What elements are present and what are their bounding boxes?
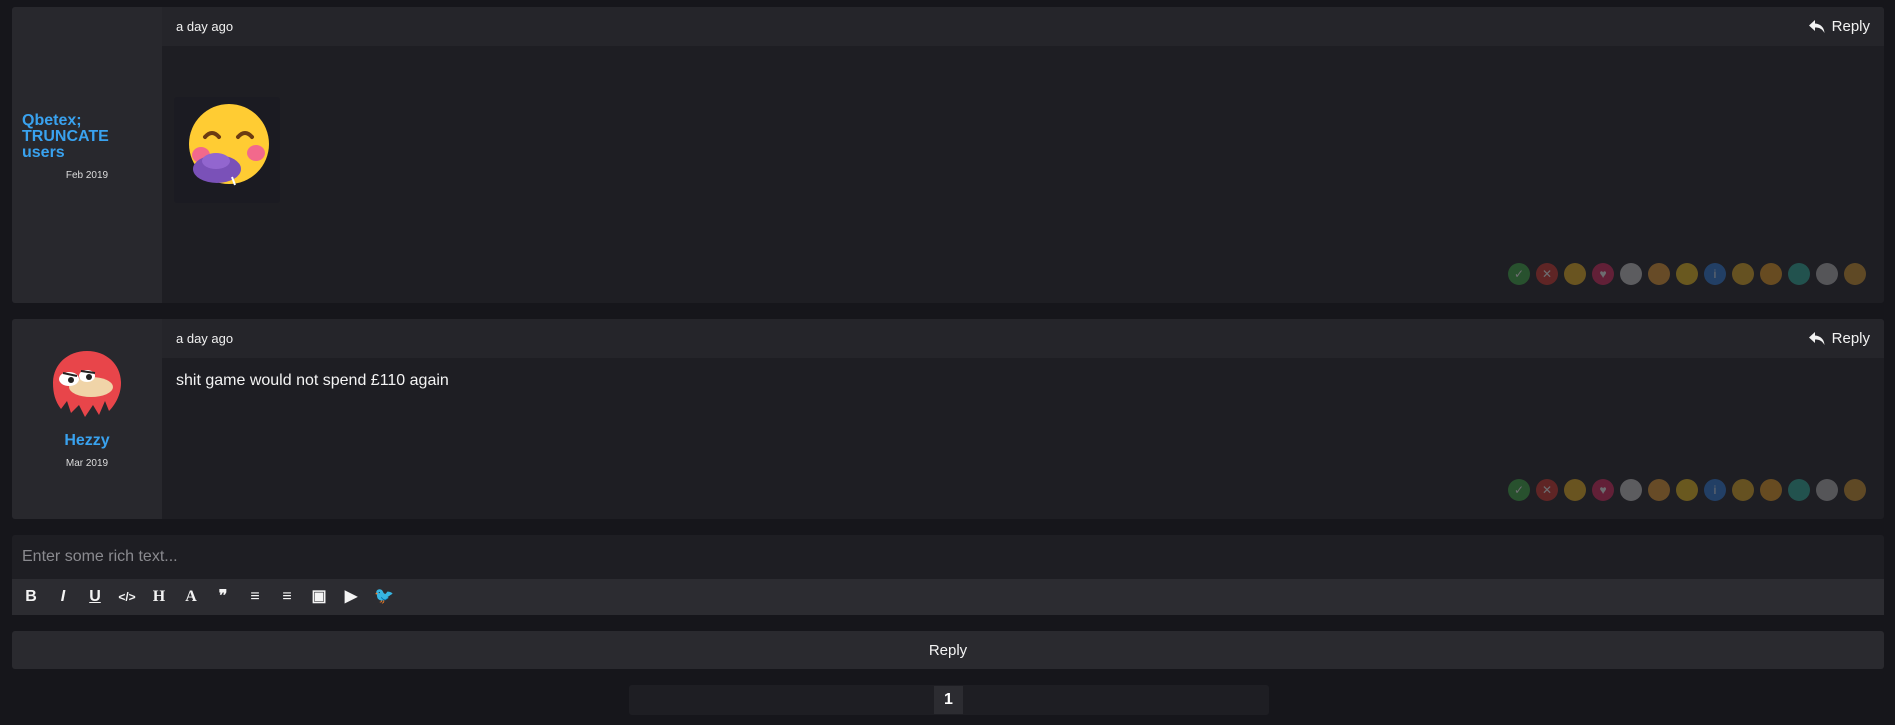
post-timestamp: a day ago [176, 331, 234, 346]
comment-post: Hezzy Mar 2019 a day ago Reply shit game… [12, 319, 1884, 519]
joined-date: Feb 2019 [65, 170, 109, 181]
bunny-reaction-icon[interactable] [1620, 479, 1642, 501]
reaction-bar: ✓ ✕ ♥ i [1508, 479, 1866, 501]
quote-icon[interactable]: ❞ [214, 588, 232, 606]
thinking-face-reaction-icon[interactable] [1676, 479, 1698, 501]
font-icon[interactable]: A [182, 588, 200, 606]
thinking-face-reaction-icon[interactable] [1676, 263, 1698, 285]
page-button-current[interactable]: 1 [934, 686, 963, 714]
italic-icon[interactable]: I [54, 588, 72, 606]
blushing-face-emoji-icon [189, 104, 269, 186]
avatar[interactable] [49, 349, 125, 421]
glasses-reaction-icon[interactable] [1788, 263, 1810, 285]
editor-toolbar: B I U </> H A ❞ ≡ ≡ ▣ ▶ 🐦 [12, 579, 1884, 615]
youtube-icon[interactable]: ▶ [342, 588, 360, 606]
post-header: a day ago Reply [162, 7, 1884, 46]
award-reaction-icon[interactable] [1760, 479, 1782, 501]
post-header: a day ago Reply [162, 319, 1884, 358]
box-reaction-icon[interactable] [1844, 263, 1866, 285]
reply-icon [1808, 19, 1825, 33]
cross-reaction-icon[interactable]: ✕ [1536, 479, 1558, 501]
underline-icon[interactable]: U [86, 588, 104, 606]
cross-reaction-icon[interactable]: ✕ [1536, 263, 1558, 285]
author-panel: Qbetex; TRUNCATE users Feb 2019 [12, 7, 162, 303]
rich-text-input[interactable]: Enter some rich text... [12, 535, 1884, 579]
check-reaction-icon[interactable]: ✓ [1508, 479, 1530, 501]
post-text: shit game would not spend £110 again [176, 372, 449, 389]
glasses-reaction-icon[interactable] [1788, 479, 1810, 501]
angry-face-reaction-icon[interactable] [1648, 479, 1670, 501]
heart-reaction-icon[interactable]: ♥ [1592, 479, 1614, 501]
laugh-face-reaction-icon[interactable] [1732, 479, 1754, 501]
pagination: 1 [629, 685, 1269, 715]
reply-composer: Enter some rich text... B I U </> H A ❞ ≡ ≡ ▣ ▶ 🐦 [12, 535, 1884, 615]
author-panel: Hezzy Mar 2019 [12, 319, 162, 519]
clock-reaction-icon[interactable] [1816, 479, 1838, 501]
reply-icon [1808, 331, 1825, 345]
bullet-list-icon[interactable]: ≡ [278, 588, 296, 606]
heart-reaction-icon[interactable]: ♥ [1592, 263, 1614, 285]
post-timestamp: a day ago [176, 19, 234, 34]
ordered-list-icon[interactable]: ≡ [246, 588, 264, 606]
comment-post: Qbetex; TRUNCATE users Feb 2019 a day ag… [12, 7, 1884, 303]
reply-button[interactable]: Reply [1808, 330, 1870, 347]
award-reaction-icon[interactable] [1760, 263, 1782, 285]
angry-face-reaction-icon[interactable] [1648, 263, 1670, 285]
pacman-reaction-icon[interactable] [1564, 479, 1586, 501]
heading-icon[interactable]: H [150, 588, 168, 606]
joined-date: Mar 2019 [65, 458, 109, 469]
bunny-reaction-icon[interactable] [1620, 263, 1642, 285]
submit-reply-button[interactable]: Reply [12, 631, 1884, 669]
clock-reaction-icon[interactable] [1816, 263, 1838, 285]
reaction-bar: ✓ ✕ ♥ i [1508, 263, 1866, 285]
username-link[interactable]: Hezzy [64, 433, 109, 449]
info-reaction-icon[interactable]: i [1704, 479, 1726, 501]
pacman-reaction-icon[interactable] [1564, 263, 1586, 285]
check-reaction-icon[interactable]: ✓ [1508, 263, 1530, 285]
image-icon[interactable]: ▣ [310, 588, 328, 606]
twitter-icon[interactable]: 🐦 [374, 588, 394, 606]
bold-icon[interactable]: B [22, 588, 40, 606]
code-icon[interactable]: </> [118, 588, 136, 606]
reply-label: Reply [1831, 18, 1870, 35]
reply-label: Reply [1831, 330, 1870, 347]
box-reaction-icon[interactable] [1844, 479, 1866, 501]
username-link[interactable]: Qbetex; TRUNCATE users [22, 113, 132, 161]
emoji-attachment [174, 97, 280, 203]
info-reaction-icon[interactable]: i [1704, 263, 1726, 285]
laugh-face-reaction-icon[interactable] [1732, 263, 1754, 285]
reply-button[interactable]: Reply [1808, 18, 1870, 35]
